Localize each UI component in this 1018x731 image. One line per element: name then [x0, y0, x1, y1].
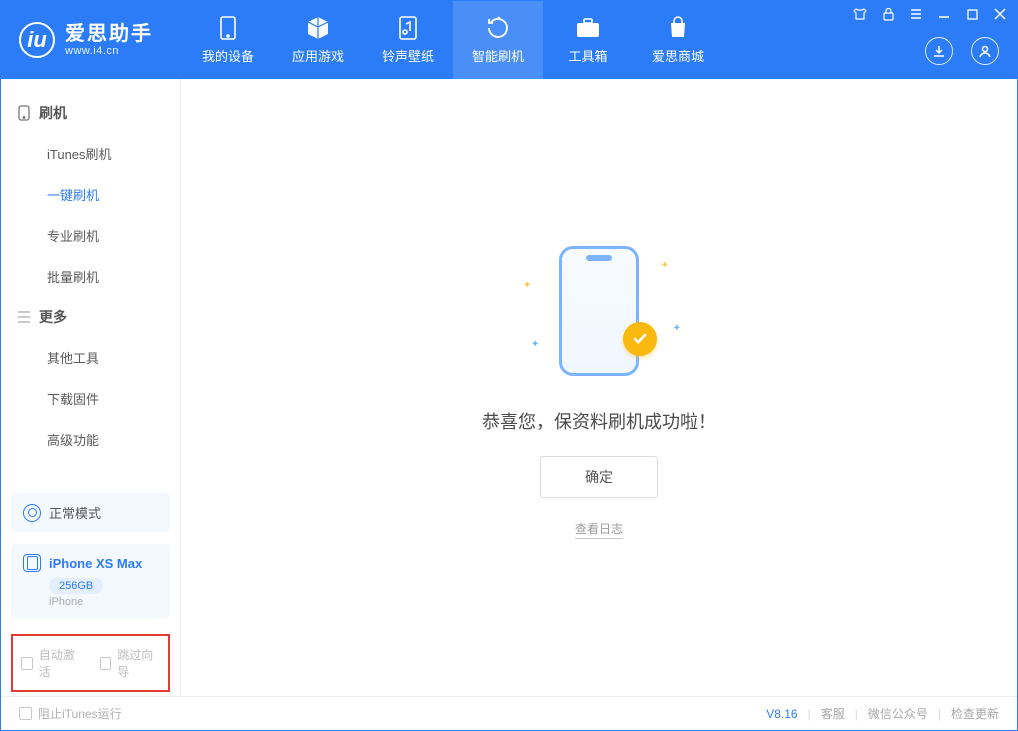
menu-icon: [17, 311, 31, 323]
nav-label: 爱思商城: [652, 46, 704, 65]
nav-label: 智能刷机: [472, 46, 524, 65]
sidebar-item-advanced[interactable]: 高级功能: [1, 419, 180, 460]
sparkle-icon: ✦: [531, 339, 539, 350]
sparkle-icon: ✦: [673, 323, 681, 334]
checkbox-label: 自动激活: [39, 646, 82, 680]
window-controls: [851, 5, 1009, 23]
sidebar-item-onekey[interactable]: 一键刷机: [1, 174, 180, 215]
nav-my-device[interactable]: 我的设备: [183, 1, 273, 79]
success-message: 恭喜您，保资料刷机成功啦！: [482, 408, 716, 434]
success-illustration: ✦ ✦ ✦ ✦: [499, 236, 699, 386]
storage-pill: 256GB: [49, 578, 103, 594]
user-icon[interactable]: [971, 37, 999, 65]
mode-label: 正常模式: [49, 503, 101, 522]
sidebar-item-pro[interactable]: 专业刷机: [1, 215, 180, 256]
sparkle-icon: ✦: [523, 280, 531, 291]
device-icon: [215, 15, 241, 41]
nav-apps[interactable]: 应用游戏: [273, 1, 363, 79]
tshirt-icon[interactable]: [851, 5, 869, 23]
sidebar-item-itunes[interactable]: iTunes刷机: [1, 133, 180, 174]
device-type: iPhone: [49, 596, 158, 608]
checkbox-icon: [21, 657, 33, 670]
footer-link-support[interactable]: 客服: [821, 705, 845, 722]
nav-ringtone[interactable]: 铃声壁纸: [363, 1, 453, 79]
group-title: 更多: [39, 307, 67, 327]
checkbox-label: 阻止iTunes运行: [38, 705, 122, 722]
logo-icon: iu: [19, 22, 55, 58]
nav-label: 铃声壁纸: [382, 46, 434, 65]
mode-card[interactable]: 正常模式: [11, 493, 170, 532]
store-icon: [665, 15, 691, 41]
toolbox-icon: [575, 15, 601, 41]
sparkle-icon: ✦: [661, 260, 669, 271]
nav-toolbox[interactable]: 工具箱: [543, 1, 633, 79]
app-name: 爱思助手: [65, 24, 153, 45]
maximize-icon[interactable]: [963, 5, 981, 23]
app-window: iu 爱思助手 www.i4.cn 我的设备 应用游戏 铃声壁纸 智能刷机: [0, 0, 1018, 731]
menu-icon[interactable]: [907, 5, 925, 23]
checkbox-skip-guide[interactable]: 跳过向导: [100, 646, 161, 680]
lock-icon[interactable]: [879, 5, 897, 23]
phone-glyph: [559, 246, 639, 376]
nav-flash[interactable]: 智能刷机: [453, 1, 543, 79]
user-controls: [925, 37, 999, 65]
flash-icon: [485, 15, 511, 41]
footer-link-wechat[interactable]: 微信公众号: [868, 705, 928, 722]
ok-button[interactable]: 确定: [540, 456, 658, 498]
success-check-icon: [623, 322, 657, 356]
sidebar-group-flash: 刷机: [1, 93, 180, 133]
device-card[interactable]: iPhone XS Max 256GB iPhone: [11, 544, 170, 618]
sidebar-group-more: 更多: [1, 297, 180, 337]
sidebar: 刷机 iTunes刷机 一键刷机 专业刷机 批量刷机 更多 其他工具 下载固件 …: [1, 79, 181, 696]
sidebar-list-more: 其他工具 下载固件 高级功能: [1, 337, 180, 460]
app-logo[interactable]: iu 爱思助手 www.i4.cn: [1, 22, 167, 58]
checkbox-label: 跳过向导: [117, 646, 160, 680]
nav-store[interactable]: 爱思商城: [633, 1, 723, 79]
phone-icon: [17, 105, 31, 121]
app-header: iu 爱思助手 www.i4.cn 我的设备 应用游戏 铃声壁纸 智能刷机: [1, 1, 1017, 79]
main-panel: ✦ ✦ ✦ ✦ 恭喜您，保资料刷机成功啦！ 确定 查看日志: [181, 79, 1017, 696]
footer: 阻止iTunes运行 V8.16 | 客服 | 微信公众号 | 检查更新: [1, 696, 1017, 730]
app-url: www.i4.cn: [65, 45, 153, 57]
group-title: 刷机: [39, 103, 67, 123]
checkbox-block-itunes[interactable]: 阻止iTunes运行: [19, 705, 122, 722]
sidebar-item-other[interactable]: 其他工具: [1, 337, 180, 378]
nav-tabs: 我的设备 应用游戏 铃声壁纸 智能刷机 工具箱 爱思商城: [183, 1, 723, 79]
sidebar-item-firmware[interactable]: 下载固件: [1, 378, 180, 419]
sidebar-item-batch[interactable]: 批量刷机: [1, 256, 180, 297]
nav-label: 工具箱: [568, 46, 607, 65]
app-body: 刷机 iTunes刷机 一键刷机 专业刷机 批量刷机 更多 其他工具 下载固件 …: [1, 79, 1017, 696]
nav-label: 应用游戏: [292, 46, 344, 65]
close-icon[interactable]: [991, 5, 1009, 23]
footer-link-update[interactable]: 检查更新: [951, 705, 999, 722]
device-icon: [23, 554, 41, 572]
checkbox-icon: [19, 707, 32, 720]
highlighted-options: 自动激活 跳过向导: [11, 634, 170, 692]
view-log-link[interactable]: 查看日志: [575, 520, 623, 539]
apps-icon: [305, 15, 331, 41]
nav-label: 我的设备: [202, 46, 254, 65]
device-name: iPhone XS Max: [49, 556, 142, 571]
mode-icon: [23, 504, 41, 522]
checkbox-icon: [100, 657, 112, 670]
sidebar-list-flash: iTunes刷机 一键刷机 专业刷机 批量刷机: [1, 133, 180, 297]
download-icon[interactable]: [925, 37, 953, 65]
ringtone-icon: [395, 15, 421, 41]
version-label: V8.16: [766, 707, 797, 721]
checkbox-auto-activate[interactable]: 自动激活: [21, 646, 82, 680]
minimize-icon[interactable]: [935, 5, 953, 23]
